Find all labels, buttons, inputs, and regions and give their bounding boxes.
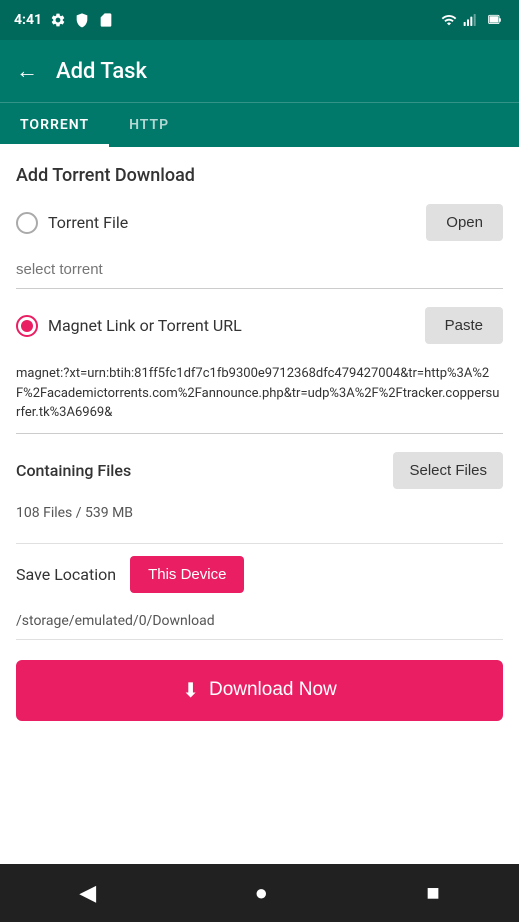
- back-button[interactable]: ←: [16, 58, 38, 84]
- magnet-link-row: Magnet Link or Torrent URL Paste: [16, 307, 503, 344]
- containing-files-row: Containing Files Select Files: [16, 452, 503, 489]
- magnet-link-label: Magnet Link or Torrent URL: [48, 316, 242, 335]
- battery-icon: [485, 13, 505, 27]
- section-title: Add Torrent Download: [16, 165, 503, 186]
- wifi-icon: [441, 12, 457, 28]
- magnet-url-display: magnet:?xt=urn:btih:81ff5fc1df7c1fb9300e…: [16, 354, 503, 434]
- magnet-link-option[interactable]: Magnet Link or Torrent URL: [16, 315, 242, 337]
- paste-button[interactable]: Paste: [425, 307, 503, 344]
- status-left: 4:41: [14, 12, 114, 28]
- magnet-link-radio[interactable]: [16, 315, 38, 337]
- nav-recent-button[interactable]: ■: [426, 880, 439, 906]
- tab-bar: TORRENT HTTP: [0, 102, 519, 147]
- select-files-button[interactable]: Select Files: [393, 452, 503, 489]
- nav-back-button[interactable]: ◀: [79, 881, 96, 906]
- tab-torrent[interactable]: TORRENT: [0, 103, 109, 147]
- app-bar: ← Add Task: [0, 40, 519, 102]
- torrent-file-label: Torrent File: [48, 213, 128, 232]
- status-time: 4:41: [14, 12, 42, 28]
- open-button[interactable]: Open: [426, 204, 503, 241]
- status-right: [441, 12, 505, 28]
- torrent-file-radio[interactable]: [16, 212, 38, 234]
- storage-path: /storage/emulated/0/Download: [16, 603, 503, 640]
- app-bar-title: Add Task: [56, 59, 147, 84]
- torrent-file-row: Torrent File Open: [16, 204, 503, 241]
- signal-icon: [463, 12, 479, 28]
- tab-http[interactable]: HTTP: [109, 103, 189, 147]
- sim-icon: [98, 12, 114, 28]
- content-area: Add Torrent Download Torrent File Open M…: [0, 147, 519, 864]
- save-location-row: Save Location This Device: [16, 556, 503, 593]
- torrent-file-option[interactable]: Torrent File: [16, 212, 128, 234]
- download-icon: ⬇: [182, 678, 199, 703]
- torrent-input[interactable]: [16, 251, 503, 289]
- download-now-label: Download Now: [209, 679, 337, 701]
- shield-icon: [74, 12, 90, 28]
- save-location-label: Save Location: [16, 565, 116, 584]
- this-device-button[interactable]: This Device: [130, 556, 244, 593]
- nav-bar: ◀ ● ■: [0, 864, 519, 922]
- download-now-button[interactable]: ⬇ Download Now: [16, 660, 503, 721]
- magnet-link-radio-inner: [21, 320, 33, 332]
- containing-files-label: Containing Files: [16, 461, 131, 480]
- settings-icon: [50, 12, 66, 28]
- files-info: 108 Files / 539 MB: [16, 497, 503, 529]
- divider-1: [16, 543, 503, 544]
- nav-home-button[interactable]: ●: [255, 880, 268, 906]
- status-bar: 4:41: [0, 0, 519, 40]
